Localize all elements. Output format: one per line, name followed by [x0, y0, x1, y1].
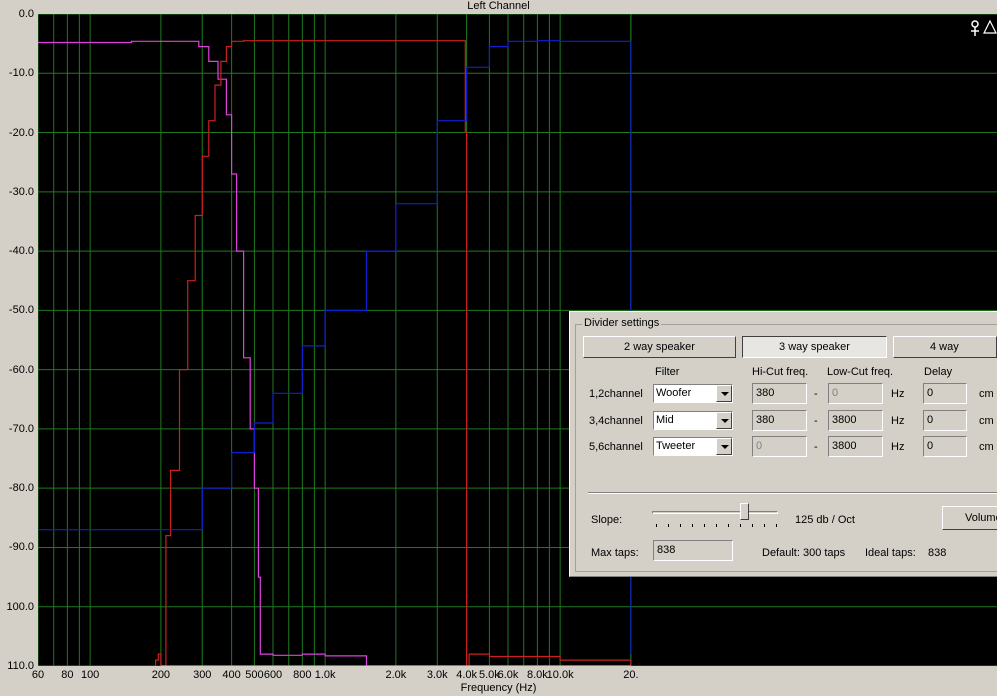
row-1-filter-value: Woofer: [656, 387, 692, 399]
y-tick-label: -90.0: [8, 541, 34, 554]
slider-tick: [680, 524, 681, 527]
divider-line: [588, 492, 997, 494]
ideal-taps-value: 838: [928, 547, 947, 559]
marker-triangle-icon[interactable]: [983, 19, 997, 34]
slider-tick: [740, 524, 741, 527]
y-tick-label: -70.0: [8, 422, 34, 435]
y-tick-label: -10.0: [8, 67, 34, 80]
x-tick-label: 2.0k: [385, 669, 407, 681]
row-2-hicut-field[interactable]: 380: [752, 410, 807, 431]
row-1-dash: -: [814, 388, 818, 400]
x-tick-label: 60: [31, 669, 45, 681]
row-1-label: 1,2channel: [589, 388, 643, 400]
x-tick-label: 80: [61, 669, 74, 681]
x-tick-label: 1.0k: [314, 669, 336, 681]
row-2-lowcut-field[interactable]: 3800: [828, 410, 883, 431]
series-line-1: [38, 40, 631, 666]
x-tick-label: 500: [245, 669, 264, 681]
row-3-filter-select[interactable]: Tweeter: [653, 437, 733, 456]
y-tick-label: -80.0: [8, 482, 34, 495]
slider-tick: [776, 524, 777, 527]
slope-value: 125 db / Oct: [795, 514, 855, 526]
slope-slider-track[interactable]: [652, 511, 778, 514]
x-tick-label: 4.0k: [456, 669, 478, 681]
y-tick-label: -50.0: [8, 304, 34, 317]
row-1-delay-field[interactable]: 0: [923, 383, 967, 404]
y-tick-label: 0.0: [18, 8, 34, 20]
x-tick-label: 3.0k: [426, 669, 448, 681]
x-axis-title: Frequency (Hz): [460, 682, 537, 694]
row-2-hz-unit: Hz: [891, 415, 905, 427]
row-1-lowcut-field[interactable]: 0: [828, 383, 883, 404]
slider-tick: [704, 524, 705, 527]
row-3-lowcut-field[interactable]: 3800: [828, 436, 883, 457]
slider-tick: [668, 524, 669, 527]
hicut-header: Hi-Cut freq.: [752, 366, 809, 378]
row-3-delay-field[interactable]: 0: [923, 436, 967, 457]
y-tick-label: 110.0: [7, 660, 34, 672]
x-tick-label: 20.: [623, 669, 639, 681]
y-tick-label: -20.0: [8, 126, 34, 139]
row-1-filter-select[interactable]: Woofer: [653, 384, 733, 403]
slope-slider-thumb[interactable]: [740, 503, 750, 520]
y-tick-label: -40.0: [8, 245, 34, 258]
row-3-label: 5,6channel: [589, 441, 643, 453]
x-tick-label: 100: [80, 669, 100, 681]
chart-title: Left Channel: [467, 0, 530, 12]
chevron-down-icon[interactable]: [716, 385, 732, 402]
slider-tick: [728, 524, 729, 527]
y-tick-label: -60.0: [8, 363, 34, 376]
plot-tools[interactable]: [968, 18, 997, 40]
volume-button[interactable]: Volume: [942, 506, 997, 530]
row-2-delay-field[interactable]: 0: [923, 410, 967, 431]
row-2-dash: -: [814, 415, 818, 427]
tab-3-way-speaker[interactable]: 3 way speaker: [742, 336, 887, 358]
x-tick-label: 8.0k: [526, 669, 548, 681]
row-1-hz-unit: Hz: [891, 388, 905, 400]
x-tick-label: 200: [151, 669, 171, 681]
x-tick-label: 6.0k: [497, 669, 519, 681]
chevron-down-icon[interactable]: [716, 438, 732, 455]
ideal-taps-label: Ideal taps:: [865, 547, 916, 559]
max-taps-field[interactable]: 838: [653, 540, 733, 561]
tab-2-way-speaker[interactable]: 2 way speaker: [583, 336, 736, 358]
y-tick-label: -30.0: [8, 185, 34, 198]
row-1-hicut-field[interactable]: 380: [752, 383, 807, 404]
row-2-filter-value: Mid: [656, 414, 674, 426]
slider-tick: [692, 524, 693, 527]
x-tick-label: 600: [263, 669, 283, 681]
x-tick-label: 300: [193, 669, 212, 681]
row-2-label: 3,4channel: [589, 415, 643, 427]
cursor-pin-icon[interactable]: [971, 20, 979, 36]
x-tick-label: 400: [222, 669, 241, 681]
row-2-filter-select[interactable]: Mid: [653, 411, 733, 430]
slider-tick: [656, 524, 657, 527]
filter-header: Filter: [655, 366, 680, 378]
slope-label: Slope:: [591, 514, 623, 526]
x-tick-label: 800: [293, 669, 312, 681]
row-3-dash: -: [814, 441, 818, 453]
row-1-cm-unit: cm: [979, 388, 994, 400]
row-3-filter-value: Tweeter: [656, 440, 696, 452]
row-2-cm-unit: cm: [979, 415, 994, 427]
lowcut-header: Low-Cut freq.: [827, 366, 894, 378]
tab-4-way-speaker[interactable]: 4 way speake: [893, 336, 997, 358]
y-tick-label: 100.0: [6, 600, 34, 613]
chevron-down-icon[interactable]: [716, 412, 732, 429]
series-line-2: [38, 40, 632, 666]
row-3-cm-unit: cm: [979, 441, 994, 453]
x-tick-label: 10.0k: [546, 669, 574, 681]
slider-tick: [764, 524, 765, 527]
slider-tick: [716, 524, 717, 527]
row-3-hicut-field[interactable]: 0: [752, 436, 807, 457]
delay-header: Delay: [924, 366, 953, 378]
default-taps: Default: 300 taps: [762, 547, 846, 559]
slider-tick: [752, 524, 753, 527]
divider-settings-title: Divider settings: [582, 317, 662, 329]
max-taps-label: Max taps:: [591, 547, 639, 559]
row-3-hz-unit: Hz: [891, 441, 905, 453]
